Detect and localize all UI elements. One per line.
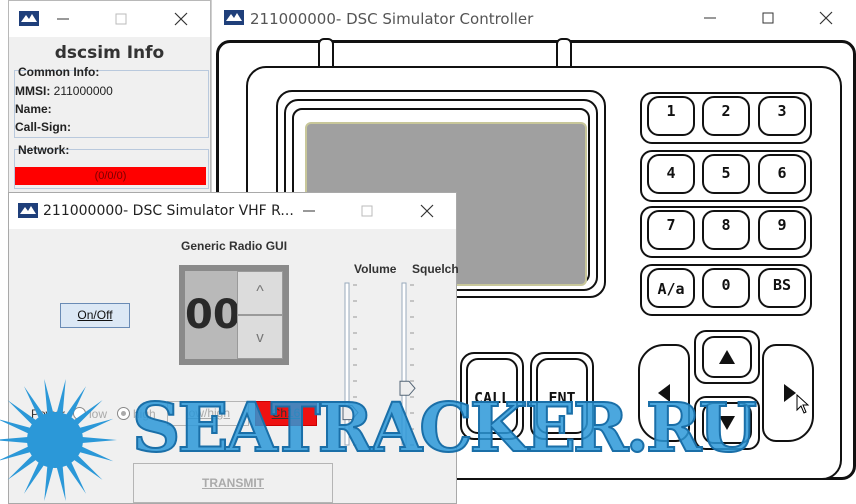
maximize-icon[interactable] (754, 4, 782, 32)
volume-label: Volume (354, 262, 397, 276)
minimize-icon[interactable] (49, 5, 77, 33)
network-label: Network: (18, 143, 70, 157)
name-label: Name: (15, 102, 52, 116)
close-icon[interactable] (413, 197, 441, 225)
close-icon[interactable] (167, 5, 195, 33)
mmsi-value: 211000000 (53, 84, 113, 98)
sun-logo-icon (0, 378, 117, 502)
up-arrow-button[interactable] (702, 336, 752, 378)
right-arrow-button[interactable] (762, 344, 814, 442)
info-window: dscsim Info Common Info: MMSI: 211000000… (8, 0, 211, 200)
vhf-title: 211000000- DSC Simulator VHF R... (43, 203, 294, 219)
sun-ray (0, 445, 32, 461)
sun-ray (0, 419, 32, 435)
minimize-icon[interactable] (696, 4, 724, 32)
sun-ray (56, 378, 66, 416)
sun-ray (0, 436, 30, 444)
transmit-button[interactable]: TRANSMIT (133, 463, 333, 503)
maximize-icon[interactable] (107, 5, 135, 33)
channel-down-button[interactable]: v (237, 315, 283, 359)
key-1[interactable]: 1 (647, 96, 695, 136)
controller-titlebar[interactable]: 211000000- DSC Simulator Controller (212, 0, 856, 36)
app-icon (18, 203, 38, 218)
app-icon (224, 10, 244, 25)
mouse-cursor-icon (796, 394, 810, 414)
on-off-button[interactable]: On/Off (60, 303, 130, 328)
name-row: Name: (15, 102, 52, 116)
key-2[interactable]: 2 (702, 96, 750, 136)
info-titlebar[interactable] (9, 1, 210, 37)
key-3[interactable]: 3 (758, 96, 806, 136)
channel-up-button[interactable]: ^ (237, 271, 283, 315)
key-case[interactable]: A/a (647, 268, 695, 308)
watermark-text: SEATRACKER.RU (131, 388, 758, 467)
right-arrow-icon (784, 384, 796, 402)
channel-display: 00 (185, 271, 241, 359)
channel-display-frame: 00 ^ v (179, 265, 289, 365)
sun-ray (78, 445, 114, 462)
key-5[interactable]: 5 (702, 154, 750, 194)
key-4[interactable]: 4 (647, 154, 695, 194)
key-7[interactable]: 7 (647, 210, 695, 250)
key-0[interactable]: 0 (702, 268, 750, 308)
common-info-label: Common Info: (18, 65, 100, 79)
mmsi-row: MMSI: 211000000 (15, 84, 113, 98)
sun-ray (80, 436, 117, 444)
key-9[interactable]: 9 (758, 210, 806, 250)
callsign-label: Call-Sign: (15, 120, 71, 134)
maximize-icon[interactable] (353, 197, 381, 225)
sun-ray (78, 418, 114, 435)
network-status-bar: (0/0/0) (15, 167, 206, 185)
info-title: dscsim Info (54, 43, 165, 63)
sun-ray (44, 464, 54, 502)
callsign-row: Call-Sign: (15, 120, 71, 134)
key-6[interactable]: 6 (758, 154, 806, 194)
close-icon[interactable] (812, 4, 840, 32)
sun-ray (44, 378, 54, 416)
radio-heading: Generic Radio GUI (181, 239, 288, 253)
mmsi-label: MMSI: (15, 84, 51, 98)
up-arrow-icon (719, 350, 735, 364)
minimize-icon[interactable] (295, 197, 323, 225)
vhf-titlebar[interactable]: 211000000- DSC Simulator VHF R... (9, 193, 456, 229)
squelch-label: Squelch (412, 262, 459, 276)
controller-title: 211000000- DSC Simulator Controller (250, 10, 534, 28)
app-icon (19, 11, 39, 26)
sun-ray (56, 464, 66, 502)
key-8[interactable]: 8 (702, 210, 750, 250)
key-backspace[interactable]: BS (758, 268, 806, 308)
